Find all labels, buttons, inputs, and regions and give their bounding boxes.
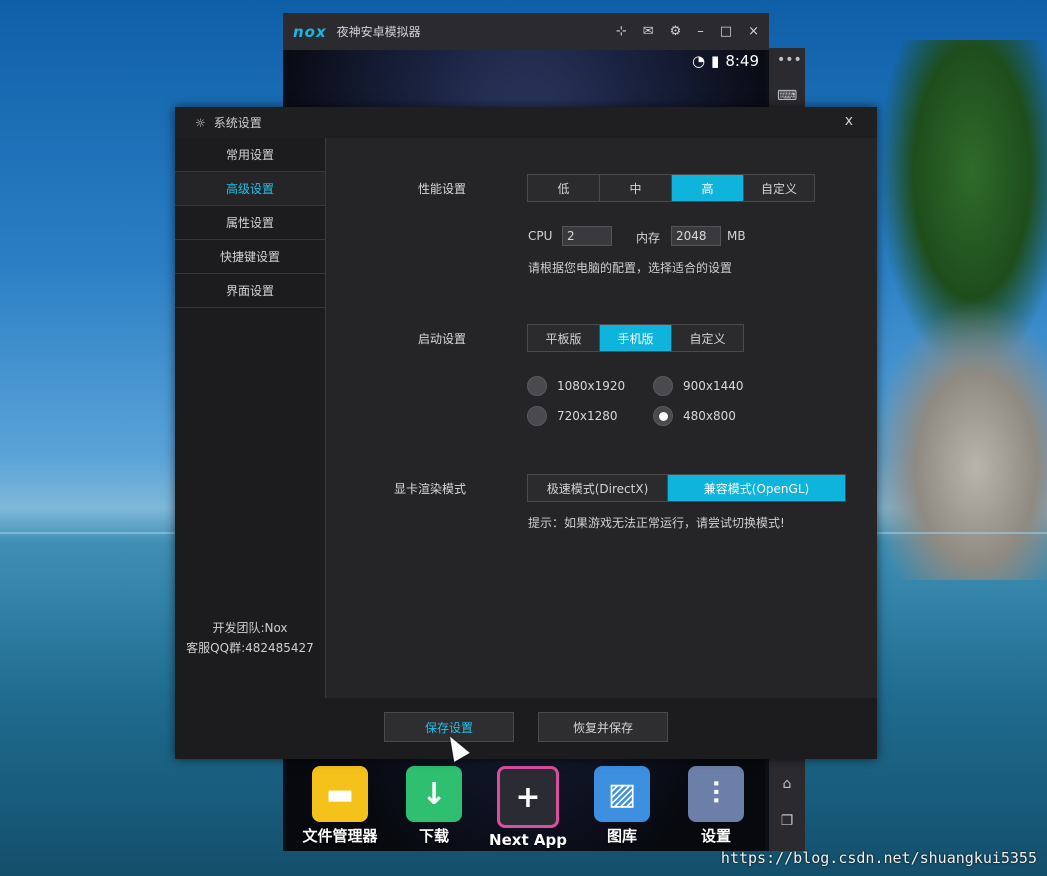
android-statusbar: ◔ ▮ 8:49 [692,52,759,70]
keyboard-icon[interactable]: ⌨ [777,88,797,108]
close-button[interactable]: x [845,113,853,129]
memory-unit: MB [727,229,746,243]
maximize-icon[interactable]: □ [720,24,732,39]
resolution-480x800[interactable]: 480x800 [653,406,736,426]
resolution-1080x1920[interactable]: 1080x1920 [527,376,625,396]
perf-high-option[interactable]: 高 [672,175,744,201]
nav-shortcuts[interactable]: 快捷键设置 [175,240,325,274]
memory-input[interactable]: 2048 [671,226,721,246]
plus-icon: + [497,766,559,828]
app-label: Next App [489,831,567,849]
app-settings[interactable]: ⫶ 设置 [677,760,755,846]
emulator-titlebar: nox 夜神安卓模拟器 ⊹ ✉ ⚙ – □ × [283,13,769,50]
app-label: 下载 [418,827,449,845]
emulator-title: 夜神安卓模拟器 [336,25,421,39]
memory-label: 内存 [636,231,661,245]
nav-general[interactable]: 常用设置 [175,138,325,172]
settings-sidebar: 常用设置 高级设置 属性设置 快捷键设置 界面设置 开发团队:Nox 客服QQ群… [175,138,326,698]
resolution-720x1280[interactable]: 720x1280 [527,406,618,426]
recent-apps-icon[interactable]: ❐ [777,813,797,833]
app-next-app[interactable]: + Next App [489,760,567,849]
resolution-900x1440[interactable]: 900x1440 [653,376,744,396]
startup-selector: 平板版 手机版 自定义 [527,324,744,352]
app-label: 设置 [700,827,731,845]
gear-icon[interactable]: ⚙ [670,24,682,39]
background-rocks [870,300,1047,580]
startup-label: 启动设置 [417,332,466,346]
settings-dialog: ☼ 系统设置 x 常用设置 高级设置 属性设置 快捷键设置 界面设置 开发团队:… [175,107,877,759]
wifi-icon: ◔ [691,52,706,70]
watermark: https://blog.csdn.net/shuangkui5355 [720,849,1037,867]
pin-icon[interactable]: ⊹ [616,24,627,39]
dialog-footer: 保存设置 恢复并保存 [175,698,877,759]
radio-button [653,376,673,396]
credits: 开发团队:Nox 客服QQ群:482485427 [175,618,325,658]
nav-interface[interactable]: 界面设置 [175,274,325,308]
render-opengl-option[interactable]: 兼容模式(OpenGL) [668,475,845,501]
dialog-title: 系统设置 [213,116,262,130]
app-label: 图库 [606,827,637,845]
settings-content: 性能设置 低 中 高 自定义 CPU 2 内存 2048 MB 请根据您电脑的配… [326,138,877,698]
performance-selector: 低 中 高 自定义 [527,174,815,202]
gear-icon: ☼ [195,115,206,130]
nav-properties[interactable]: 属性设置 [175,206,325,240]
minimize-icon[interactable]: – [697,24,704,39]
support-qq: 客服QQ群:482485427 [186,641,314,655]
emulator-toolbar: ⊹ ✉ ⚙ – □ × [616,24,759,39]
startup-tablet-option[interactable]: 平板版 [528,325,600,351]
nox-logo: nox [293,22,327,41]
cpu-input[interactable]: 2 [562,226,612,246]
battery-icon: ▮ [711,52,720,70]
performance-label: 性能设置 [417,182,466,196]
startup-custom-option[interactable]: 自定义 [672,325,743,351]
app-download[interactable]: ↓ 下载 [395,760,473,846]
dev-team: 开发团队:Nox [212,621,288,635]
home-icon[interactable]: ⌂ [777,776,797,796]
close-icon[interactable]: × [748,24,759,39]
download-icon: ↓ [406,766,462,822]
render-hint: 提示：如果游戏无法正常运行，请尝试切换模式! [528,516,785,530]
gallery-icon: ▨ [594,766,650,822]
perf-medium-option[interactable]: 中 [600,175,672,201]
mail-icon[interactable]: ✉ [643,24,654,39]
render-label: 显卡渲染模式 [393,482,466,496]
app-label: 文件管理器 [302,827,378,845]
radio-button [527,406,547,426]
folder-icon: ▬ [312,766,368,822]
nav-advanced[interactable]: 高级设置 [175,172,325,206]
app-gallery[interactable]: ▨ 图库 [583,760,661,846]
app-file-manager[interactable]: ▬ 文件管理器 [301,760,379,846]
perf-custom-option[interactable]: 自定义 [744,175,814,201]
performance-hint: 请根据您电脑的配置，选择适合的设置 [528,261,733,275]
restore-save-button[interactable]: 恢复并保存 [538,712,668,742]
render-directx-option[interactable]: 极速模式(DirectX) [528,475,668,501]
render-selector: 极速模式(DirectX) 兼容模式(OpenGL) [527,474,846,502]
dialog-titlebar: ☼ 系统设置 [175,107,877,138]
sliders-icon: ⫶ [688,766,744,822]
cpu-label: CPU [528,229,553,243]
radio-label: 900x1440 [683,379,744,393]
android-dock: ▬ 文件管理器 ↓ 下载 + Next App ▨ 图库 ⫶ 设置 [293,760,763,852]
radio-label: 1080x1920 [557,379,626,393]
more-icon[interactable]: ••• [777,52,802,72]
perf-low-option[interactable]: 低 [528,175,600,201]
radio-button [527,376,547,396]
startup-phone-option[interactable]: 手机版 [600,325,672,351]
radio-label: 480x800 [683,409,736,423]
radio-button-checked [653,406,673,426]
status-time: 8:49 [725,52,759,70]
radio-label: 720x1280 [557,409,618,423]
